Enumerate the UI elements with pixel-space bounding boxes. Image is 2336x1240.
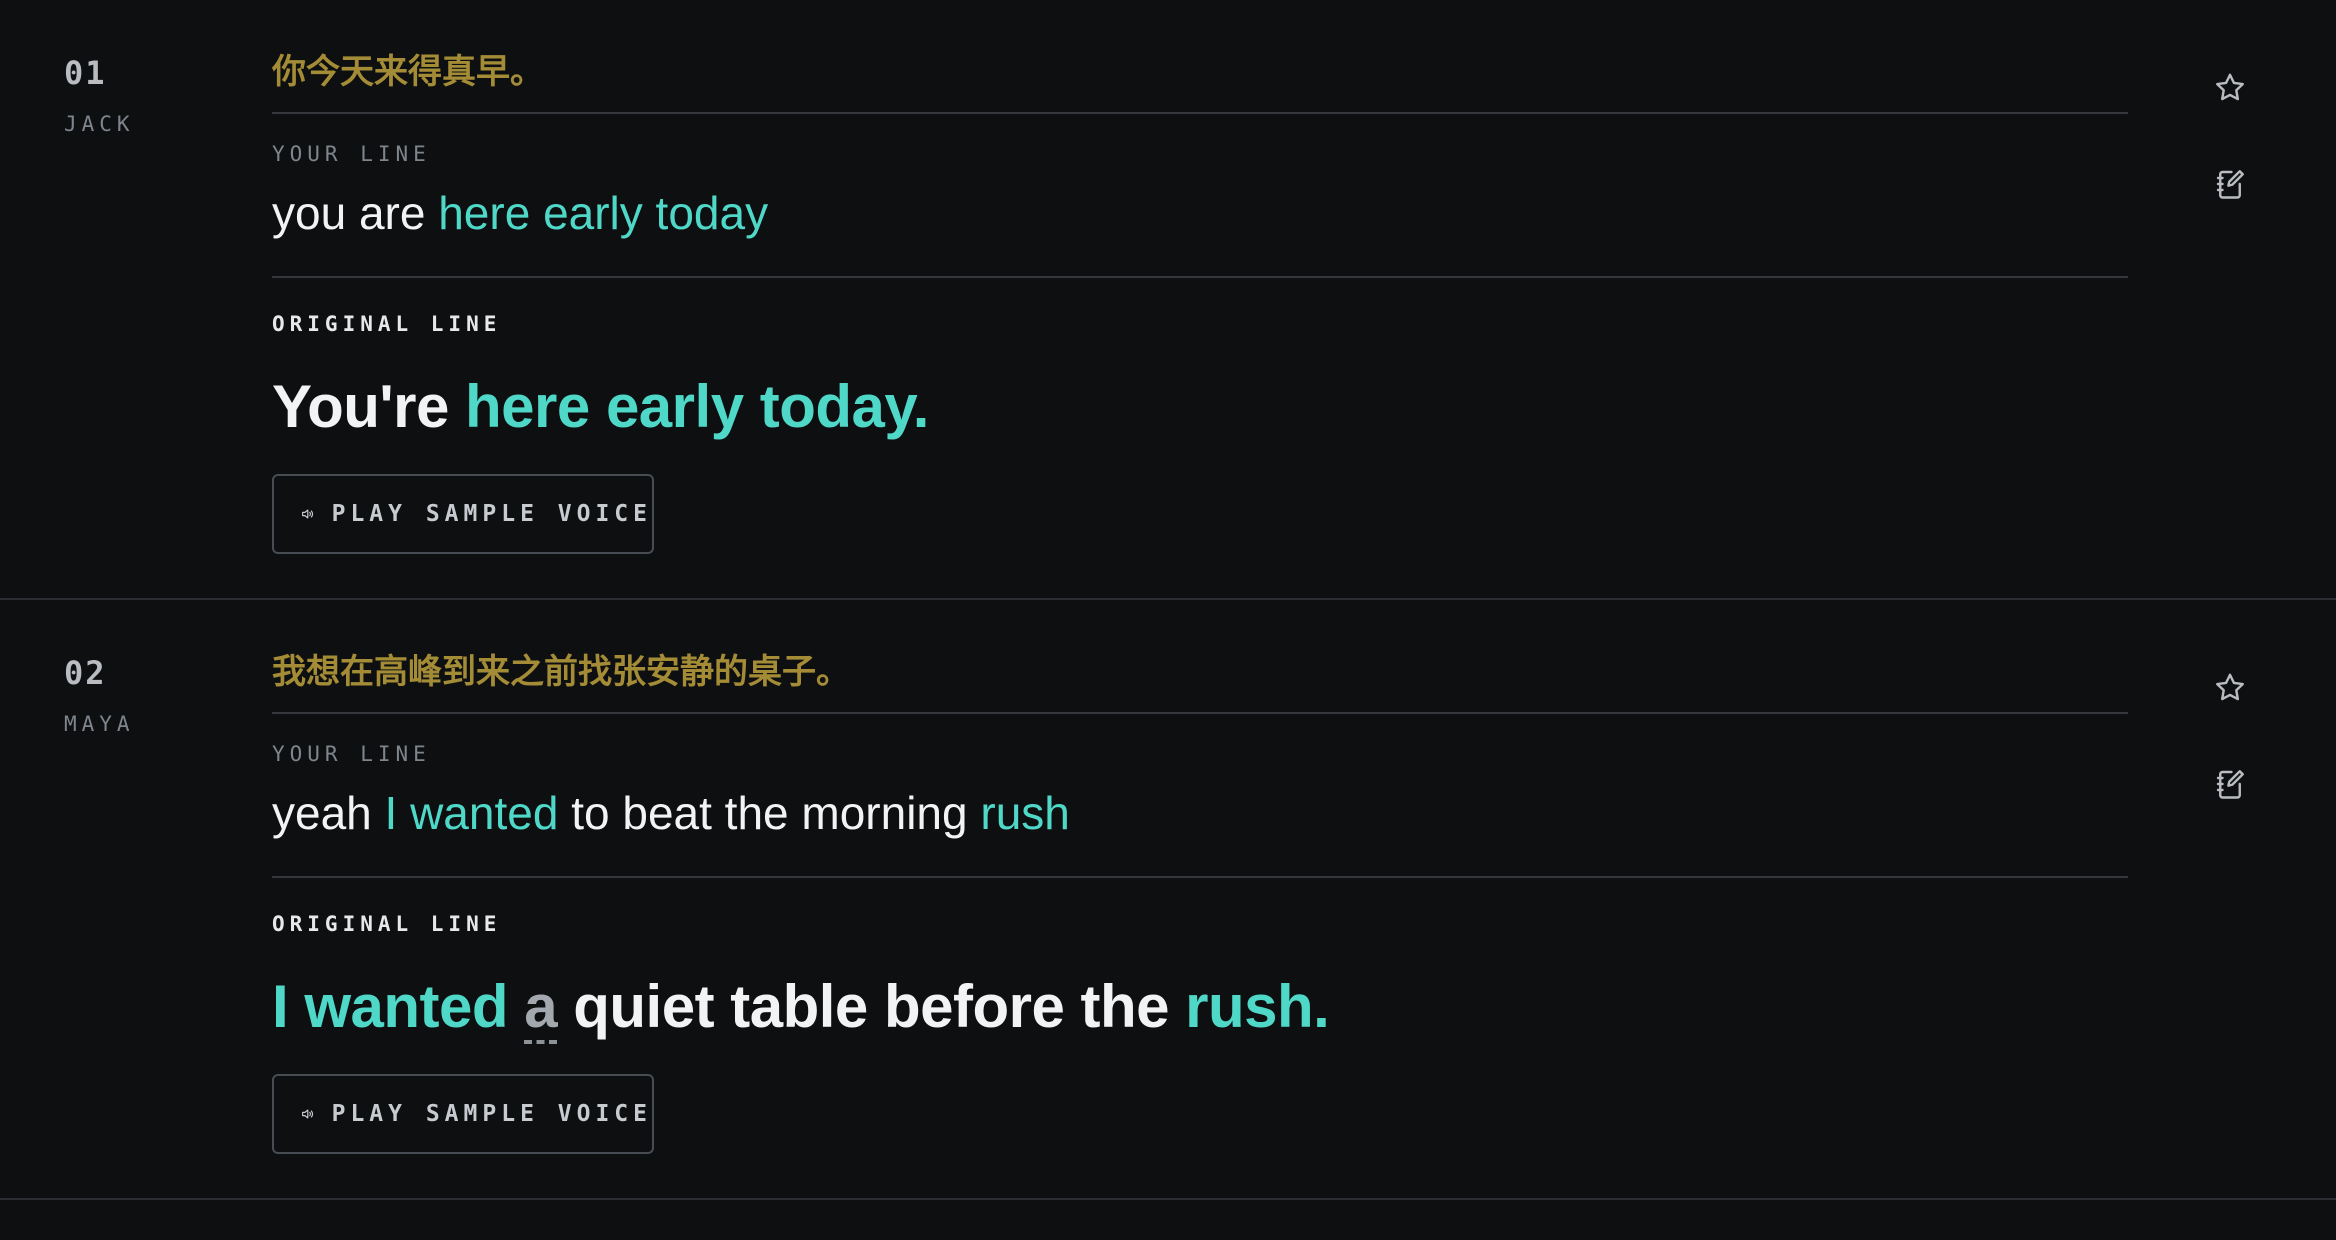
star-icon (2216, 73, 2244, 101)
original-line-text: I wanted a quiet table before the rush. (272, 972, 1330, 1044)
missing-word: a (524, 973, 558, 1044)
entry-number: 02 (64, 654, 107, 692)
original-line-segment: here early today. (465, 373, 929, 440)
play-button-label: PLAY SAMPLE VOICE (331, 501, 652, 527)
original-line-label: ORIGINAL LINE (272, 912, 502, 936)
divider (272, 876, 2128, 878)
favorite-button[interactable] (2210, 68, 2250, 108)
your-line-segment: here early today (438, 187, 769, 239)
add-note-button[interactable] (2210, 164, 2250, 204)
your-line-label: YOUR LINE (272, 742, 431, 766)
add-note-button[interactable] (2210, 764, 2250, 804)
chinese-prompt: 你今天来得真早。 (272, 52, 544, 92)
play-sample-voice-button[interactable]: PLAY SAMPLE VOICE (272, 474, 654, 554)
chinese-prompt: 我想在高峰到来之前找张安静的桌子。 (272, 652, 850, 692)
original-line-segment: rush. (1185, 973, 1330, 1040)
original-line-segment: You're (272, 373, 466, 440)
your-line-label: YOUR LINE (272, 142, 431, 166)
notebook-edit-icon (2216, 170, 2244, 199)
play-button-label: PLAY SAMPLE VOICE (331, 1101, 652, 1127)
divider (272, 712, 2128, 714)
your-line-segment: yeah (272, 787, 385, 839)
speaker-icon (302, 1109, 314, 1119)
transcript-entry: 01 JACK 你今天来得真早。 YOUR LINE you are here … (0, 0, 2336, 600)
original-line-segment (508, 973, 524, 1040)
divider (272, 276, 2128, 278)
original-line-segment: I wanted (272, 973, 509, 1040)
play-sample-voice-button[interactable]: PLAY SAMPLE VOICE (272, 1074, 654, 1154)
speaker-icon (302, 509, 314, 519)
original-line-text: You're here early today. (272, 372, 929, 441)
divider (272, 112, 2128, 114)
star-icon (2216, 673, 2244, 701)
your-line-segment: you are (272, 187, 439, 239)
transcript-entry: 02 MAYA 我想在高峰到来之前找张安静的桌子。 YOUR LINE yeah… (0, 600, 2336, 1200)
your-line-segment: I wanted (384, 787, 559, 839)
transcript-list: 01 JACK 你今天来得真早。 YOUR LINE you are here … (0, 0, 2336, 1200)
entry-number: 01 (64, 54, 107, 92)
your-line-text: yeah I wanted to beat the morning rush (272, 786, 1070, 840)
original-line-label: ORIGINAL LINE (272, 312, 502, 336)
your-line-text: you are here early today (272, 186, 768, 240)
your-line-segment: rush (980, 787, 1070, 839)
speaker-name: MAYA (64, 712, 135, 736)
favorite-button[interactable] (2210, 668, 2250, 708)
your-line-segment: to beat the morning (558, 787, 981, 839)
speaker-name: JACK (64, 112, 135, 136)
notebook-edit-icon (2216, 770, 2244, 799)
original-line-segment: quiet table before the (557, 973, 1186, 1040)
